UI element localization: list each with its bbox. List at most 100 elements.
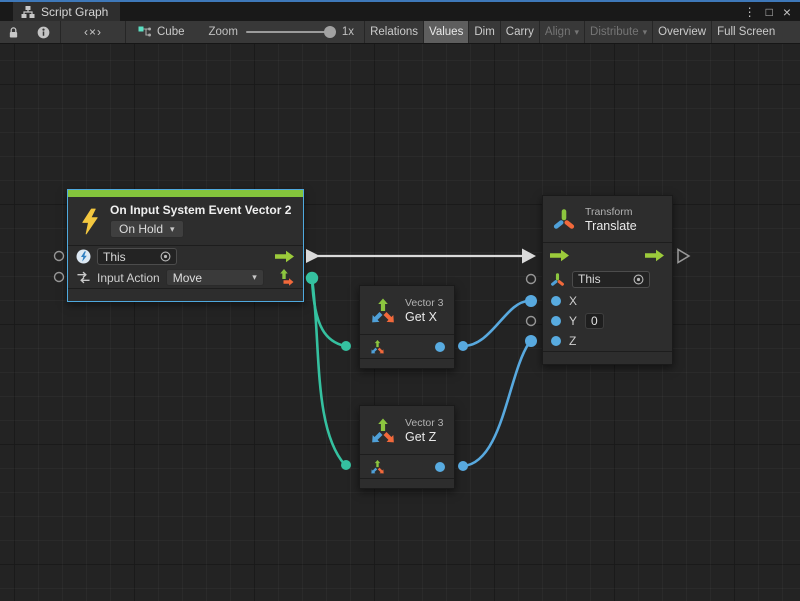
flow-wire-end-arrow[interactable] xyxy=(522,249,536,264)
x-port-label: X xyxy=(569,294,577,308)
translate-flow-output-port[interactable] xyxy=(678,250,689,263)
wire-vector2-to-getx[interactable] xyxy=(312,278,345,346)
vector2-type-icon[interactable] xyxy=(278,269,295,286)
y-port-dot[interactable] xyxy=(551,316,561,326)
caret-down-icon: ▾ xyxy=(643,28,648,37)
lightning-bolt-icon xyxy=(79,208,100,235)
maximize-icon[interactable]: □ xyxy=(766,6,773,18)
window-menu-icon[interactable]: ⋮ xyxy=(744,6,756,18)
tab-title: Script Graph xyxy=(41,5,108,19)
zoom-slider[interactable] xyxy=(246,31,334,33)
fullscreen-button[interactable]: Full Screen xyxy=(712,21,780,43)
close-icon[interactable]: × xyxy=(783,5,791,19)
input-action-dropdown[interactable]: Move ▾ xyxy=(166,269,264,286)
flow-in-arrow-icon[interactable] xyxy=(550,249,570,262)
graph-reference[interactable]: Cube xyxy=(138,26,185,38)
flow-arrow-icon[interactable] xyxy=(275,250,295,263)
translate-z-input-port[interactable] xyxy=(525,335,537,347)
event-mode-dropdown[interactable]: On Hold ▾ xyxy=(110,220,184,238)
edit-script-button[interactable]: ‹×› xyxy=(61,21,125,43)
tab-script-graph[interactable]: Script Graph xyxy=(13,2,120,21)
node-transform-translate[interactable]: Transform Translate This xyxy=(542,195,673,365)
translate-node-footer xyxy=(543,352,672,364)
toolbar-divider xyxy=(125,21,126,43)
node-on-input-system-event[interactable]: On Input System Event Vector 2 On Hold ▾… xyxy=(67,189,304,302)
event-this-input-port[interactable] xyxy=(55,273,64,282)
getx-output-port-dot[interactable] xyxy=(435,342,445,352)
translate-category: Transform xyxy=(585,206,637,218)
transform-icon xyxy=(552,207,576,231)
z-port-label: Z xyxy=(569,334,576,348)
getz-title: Get Z xyxy=(405,430,444,444)
translate-y-input-port[interactable] xyxy=(527,317,536,326)
event-this-field[interactable]: This xyxy=(97,248,177,265)
vector3-icon xyxy=(368,295,398,325)
translate-x-input-port[interactable] xyxy=(525,295,537,307)
event-vector2-output-port[interactable] xyxy=(306,272,318,284)
graph-reference-icon xyxy=(138,26,152,38)
graph-name: Cube xyxy=(157,26,185,38)
translate-this-input-port[interactable] xyxy=(527,275,536,284)
translate-this-field[interactable]: This xyxy=(572,271,650,288)
zoom-label: Zoom xyxy=(209,26,238,38)
getx-title: Get X xyxy=(405,310,444,324)
z-port-dot[interactable] xyxy=(551,336,561,346)
event-flow-input-port[interactable] xyxy=(55,252,64,261)
event-header-strip xyxy=(68,190,303,197)
values-button[interactable]: Values xyxy=(424,21,468,43)
zoom-value: 1x xyxy=(342,26,354,38)
code-icon: ‹×› xyxy=(84,25,102,39)
node-vector3-get-z[interactable]: Vector 3 Get Z xyxy=(359,405,455,489)
y-value-input[interactable]: 0 xyxy=(585,313,604,329)
overview-button[interactable]: Overview xyxy=(653,21,711,43)
wire-vector2-to-getz[interactable] xyxy=(312,278,345,465)
lock-button[interactable] xyxy=(0,21,26,43)
getx-category: Vector 3 xyxy=(405,297,444,309)
relations-button[interactable]: Relations xyxy=(365,21,423,43)
getz-category: Vector 3 xyxy=(405,417,444,429)
caret-down-icon: ▾ xyxy=(252,273,257,282)
transform-mini-icon xyxy=(550,272,565,287)
info-icon xyxy=(37,26,50,39)
node-vector3-get-x[interactable]: Vector 3 Get X xyxy=(359,285,455,369)
graph-toolbar: ‹×› Cube Zoom 1x Relations Values Dim Ca… xyxy=(0,21,800,44)
translate-title: Translate xyxy=(585,219,637,233)
wire-getz-to-translate-z[interactable] xyxy=(463,343,529,466)
dim-button[interactable]: Dim xyxy=(469,21,499,43)
x-port-dot[interactable] xyxy=(551,296,561,306)
getx-output-wire-dot[interactable] xyxy=(458,341,468,351)
flow-wire-start-arrow[interactable] xyxy=(306,249,320,263)
target-picker-icon[interactable] xyxy=(160,251,171,262)
target-picker-icon[interactable] xyxy=(633,274,644,285)
wire-getx-to-translate-x[interactable] xyxy=(463,301,529,346)
graph-tree-icon xyxy=(21,5,35,19)
zoom-slider-handle[interactable] xyxy=(324,26,336,38)
getz-output-wire-dot[interactable] xyxy=(458,461,468,471)
flow-out-arrow-icon[interactable] xyxy=(645,249,665,262)
lock-icon xyxy=(8,26,19,39)
input-action-icon xyxy=(76,271,91,284)
y-port-label: Y xyxy=(569,314,577,328)
info-button[interactable] xyxy=(26,21,60,43)
event-mode-value: On Hold xyxy=(119,222,163,236)
event-node-title: On Input System Event Vector 2 xyxy=(110,203,291,217)
getz-input-wire-dot[interactable] xyxy=(341,460,351,470)
caret-down-icon: ▾ xyxy=(170,225,175,234)
getx-node-footer xyxy=(360,359,454,368)
event-this-value: This xyxy=(103,250,126,264)
distribute-button[interactable]: Distribute ▾ xyxy=(585,21,652,43)
input-action-label: Input Action xyxy=(97,271,160,285)
event-node-footer xyxy=(68,289,303,301)
translate-this-value: This xyxy=(578,272,601,286)
carry-button[interactable]: Carry xyxy=(501,21,539,43)
vector3-icon xyxy=(368,415,398,445)
graph-canvas[interactable]: On Input System Event Vector 2 On Hold ▾… xyxy=(0,44,800,601)
caret-down-icon: ▾ xyxy=(574,28,579,37)
gameobject-event-icon xyxy=(76,249,91,264)
align-button[interactable]: Align ▾ xyxy=(540,21,584,43)
getx-input-wire-dot[interactable] xyxy=(341,341,351,351)
vector3-mini-icon[interactable] xyxy=(369,338,386,355)
vector3-mini-icon[interactable] xyxy=(369,458,386,475)
getz-node-footer xyxy=(360,479,454,488)
getz-output-port-dot[interactable] xyxy=(435,462,445,472)
